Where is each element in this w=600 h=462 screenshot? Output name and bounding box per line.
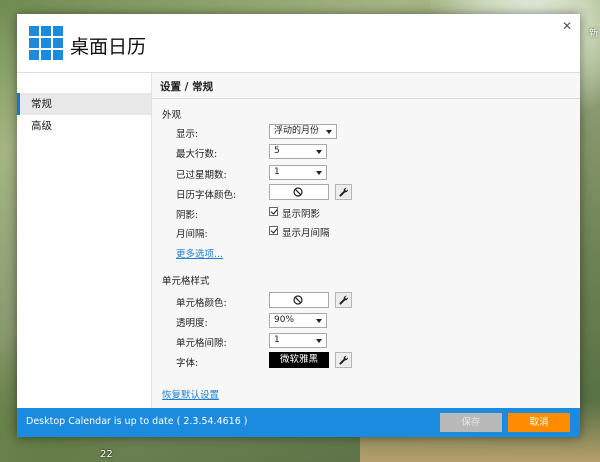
max-rows-select[interactable]: 5: [269, 144, 327, 159]
past-weeks-select-value: 1: [274, 167, 280, 177]
cell-gap-label: 单元格间隙:: [176, 338, 227, 349]
section-title-cell-style: 单元格样式: [162, 276, 210, 287]
ban-icon: [293, 295, 303, 305]
chevron-down-icon: [326, 130, 332, 134]
restore-defaults-link[interactable]: 恢复默认设置: [162, 387, 219, 401]
sidebar-item-general[interactable]: 常规: [17, 93, 151, 115]
cancel-button[interactable]: 取消: [508, 413, 570, 432]
settings-panel: 设置 / 常规 外观 显示: 浮动的月份 最大行数: 5 已过星期数: 1 日历…: [152, 73, 580, 408]
font-color-picker[interactable]: [269, 184, 329, 200]
chevron-down-icon: [316, 339, 322, 343]
more-options-link[interactable]: 更多选项...: [176, 246, 223, 260]
font-tool-button[interactable]: [335, 352, 352, 368]
status-text: Desktop Calendar is up to date ( 2.3.54.…: [26, 416, 248, 427]
month-gap-label: 月间隔:: [176, 229, 208, 240]
opacity-select-value: 90%: [274, 315, 295, 325]
footer-bar: Desktop Calendar is up to date ( 2.3.54.…: [17, 408, 580, 437]
opacity-select[interactable]: 90%: [269, 313, 327, 328]
cell-gap-select[interactable]: 1: [269, 333, 327, 348]
close-icon[interactable]: ✕: [560, 19, 574, 33]
opacity-label: 透明度:: [176, 318, 208, 329]
cell-color-tool-button[interactable]: [335, 292, 352, 308]
shadow-checkbox[interactable]: [269, 207, 278, 216]
settings-window: 桌面日历 ✕ 常规 高级 设置 / 常规 外观 显示: 浮动的月份 最大行数: …: [17, 14, 580, 437]
shadow-label: 阴影:: [176, 210, 199, 221]
section-title-appearance: 外观: [162, 110, 182, 121]
chevron-down-icon: [316, 171, 322, 175]
ban-icon: [293, 187, 303, 197]
display-label: 显示:: [176, 129, 199, 140]
sidebar: 常规 高级: [17, 73, 152, 408]
max-rows-label: 最大行数:: [176, 149, 218, 160]
background-calendar-number: 22: [100, 449, 113, 460]
title-bar: 桌面日历 ✕: [17, 14, 580, 72]
display-select[interactable]: 浮动的月份: [269, 124, 337, 139]
save-button[interactable]: 保存: [440, 413, 502, 432]
past-weeks-label: 已过星期数:: [176, 170, 227, 181]
display-select-value: 浮动的月份: [274, 126, 320, 136]
background-text: 新: [588, 29, 598, 39]
divider: [152, 98, 580, 99]
month-gap-checkbox[interactable]: [269, 226, 278, 235]
cell-color-label: 单元格颜色:: [176, 298, 227, 309]
past-weeks-select[interactable]: 1: [269, 165, 327, 180]
font-picker[interactable]: 微软雅黑: [269, 352, 329, 368]
month-gap-checkbox-label: 显示月间隔: [282, 228, 330, 239]
font-label: 字体:: [176, 358, 199, 369]
wrench-icon: [339, 295, 349, 305]
grid-logo-icon: [29, 26, 63, 60]
cell-gap-select-value: 1: [274, 335, 280, 345]
cell-color-picker[interactable]: [269, 292, 329, 308]
font-color-label: 日历字体颜色:: [176, 190, 237, 201]
wrench-icon: [339, 355, 349, 365]
page-title: 设置 / 常规: [160, 81, 214, 93]
chevron-down-icon: [316, 319, 322, 323]
sidebar-item-advanced[interactable]: 高级: [17, 115, 151, 137]
chevron-down-icon: [316, 150, 322, 154]
app-title: 桌面日历: [70, 36, 147, 58]
wrench-icon: [339, 187, 349, 197]
shadow-checkbox-label: 显示阴影: [282, 209, 321, 220]
max-rows-select-value: 5: [274, 146, 280, 156]
font-color-tool-button[interactable]: [335, 184, 352, 200]
